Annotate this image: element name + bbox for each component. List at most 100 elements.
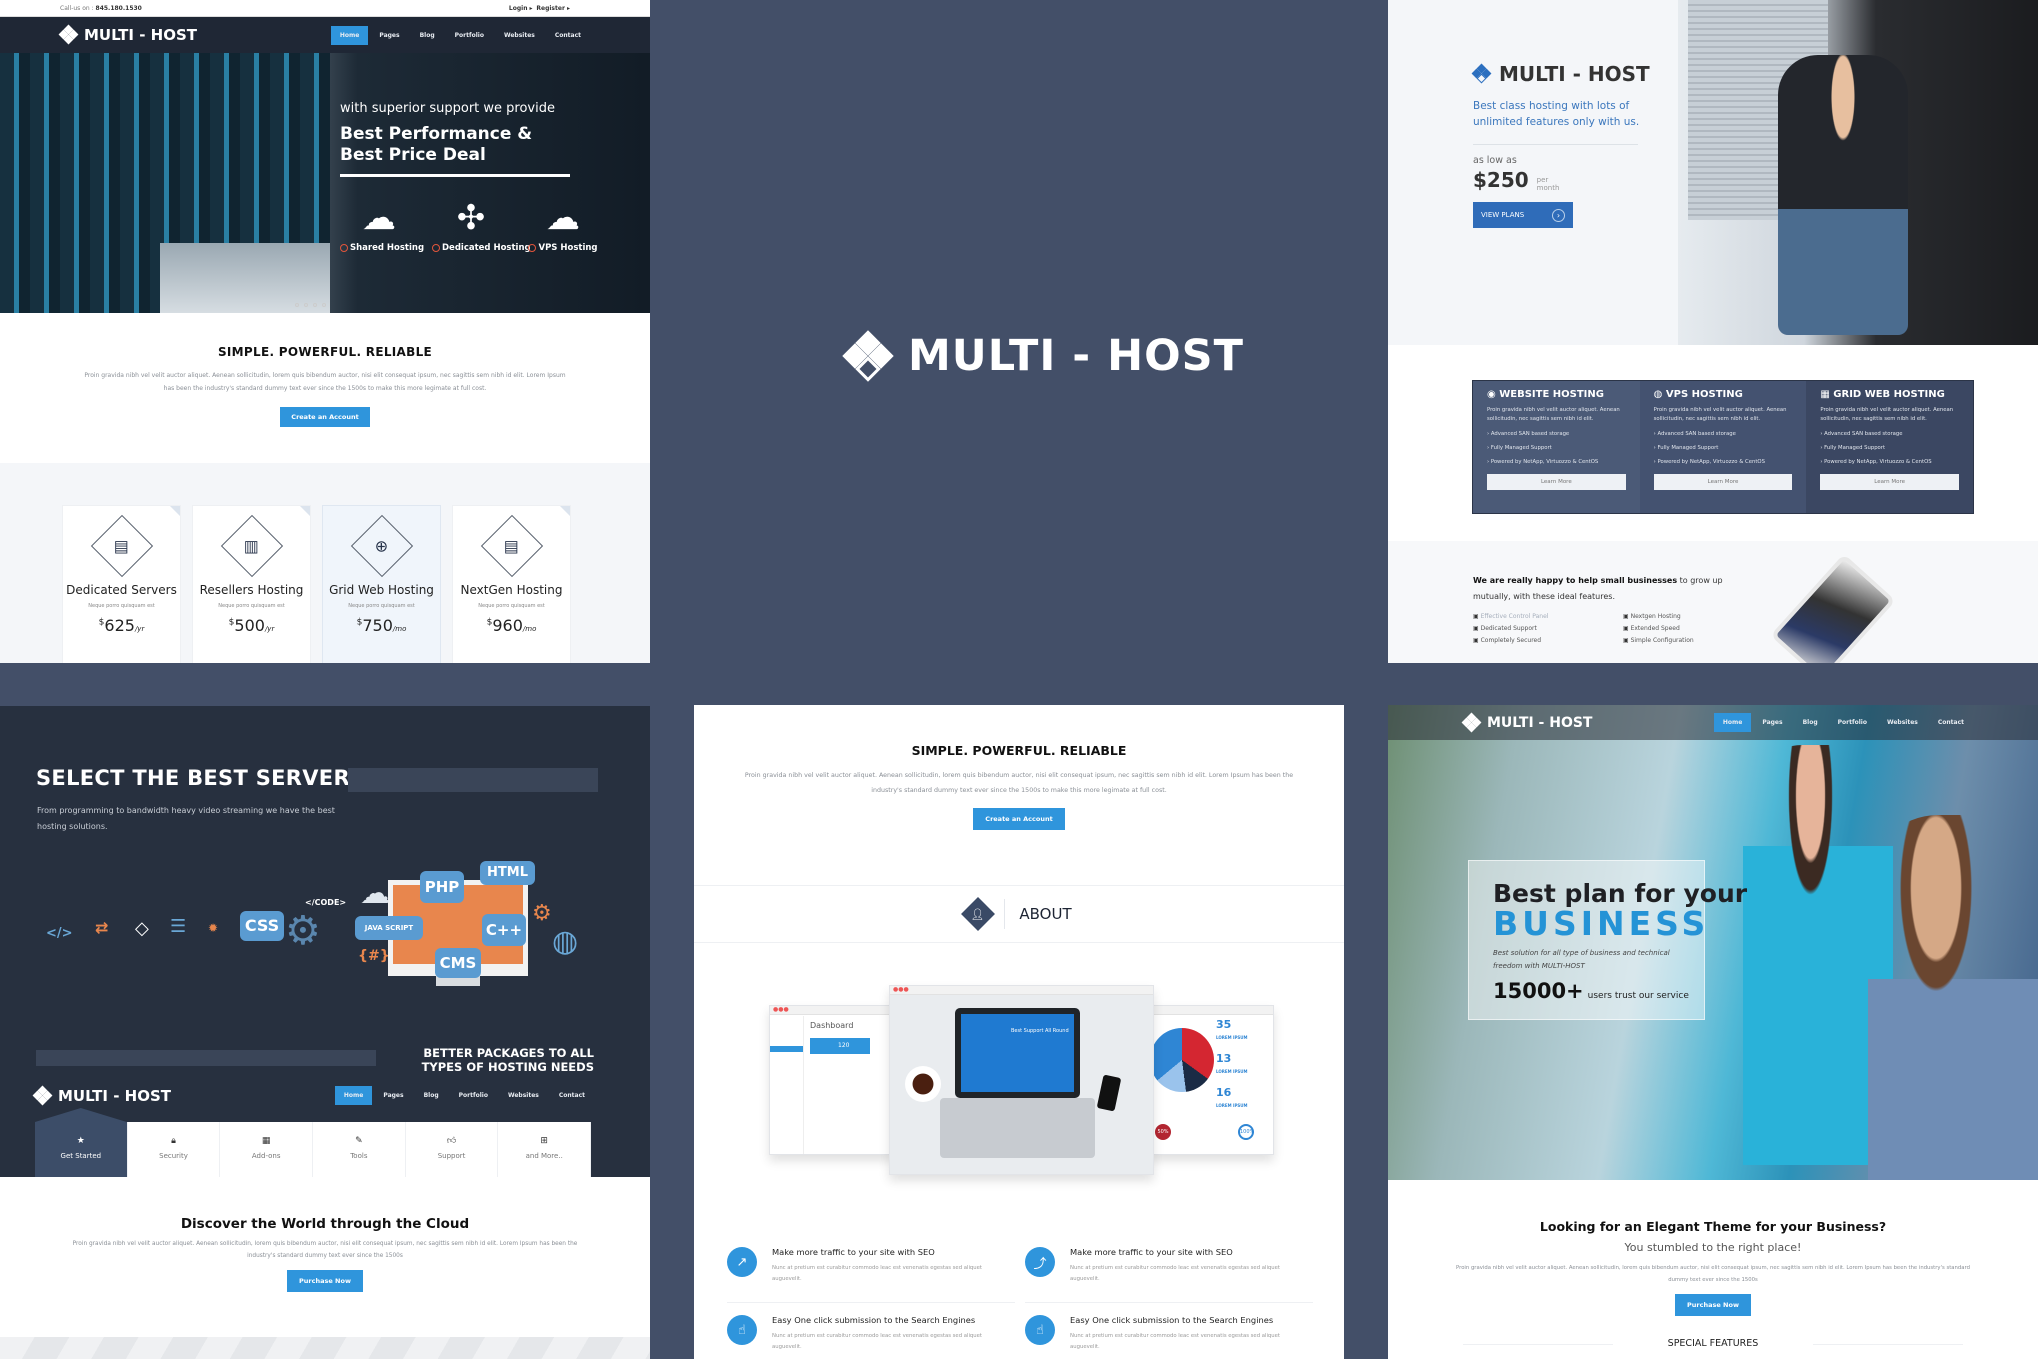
purchase-now-button[interactable]: Purchase Now (1675, 1294, 1751, 1316)
nav-websites[interactable]: Websites (1878, 713, 1927, 732)
chevron-right-icon: › (1552, 208, 1565, 222)
phone-image (1096, 1074, 1122, 1112)
laptop-window: ●●● Best Support All Round (889, 985, 1154, 1175)
nav-portfolio[interactable]: Portfolio (1829, 713, 1876, 732)
nav-contact[interactable]: Contact (1929, 713, 1973, 732)
period-label: month (1536, 184, 1560, 192)
globe-network-icon: ◍ (552, 924, 579, 959)
packages-title: BETTER PACKAGES TO ALL TYPES OF HOSTING … (421, 1046, 594, 1074)
tab-label: Tools (350, 1152, 368, 1160)
thumbs-up-icon: 👍︎ (446, 1136, 457, 1146)
tab-security[interactable]: 🔒︎ Security (127, 1122, 221, 1177)
view-plans-button[interactable]: VIEW PLANS › (1473, 202, 1573, 228)
servers-link-icon: ▥ (243, 536, 260, 556)
slider-dot[interactable] (304, 303, 308, 307)
nav-blog[interactable]: Blog (415, 1086, 448, 1105)
nav-home[interactable]: Home (330, 25, 369, 45)
dashboard-sidebar (770, 1016, 804, 1154)
nav-websites[interactable]: Websites (495, 26, 544, 45)
feature-item: ☝ Easy One click submission to the Search… (727, 1315, 1027, 1353)
nav-pages[interactable]: Pages (374, 1086, 412, 1105)
plan-name: Grid Web Hosting (329, 583, 434, 597)
pie-label: LOREM IPSUM (1216, 1103, 1248, 1108)
nav-menu: Home Pages Blog Portfolio Websites Conta… (1713, 713, 1973, 732)
hash-icon: {#} (358, 948, 390, 964)
phone-mockup-image (1770, 553, 1896, 663)
learn-more-button[interactable]: Learn More (1487, 474, 1626, 490)
slider-dot[interactable] (322, 303, 326, 307)
nav-portfolio[interactable]: Portfolio (446, 26, 493, 45)
nav-brand[interactable]: MULTI - HOST (32, 1085, 172, 1105)
cta-subtitle: You stumbled to the right place! (1624, 1241, 1802, 1254)
chart-up-icon: ↗ (727, 1247, 757, 1277)
brand-name: MULTI - HOST (1499, 62, 1650, 86)
plus-square-icon: ⊞ (540, 1136, 548, 1146)
nav-brand[interactable]: MULTI - HOST (1461, 712, 1592, 732)
growth-icon: ⤴ (1025, 1247, 1055, 1277)
card-title: WEBSITE HOSTING (1499, 389, 1604, 400)
hero-tagline: Best class hosting with lots of unlimite… (1473, 100, 1640, 128)
tab-tools[interactable]: ✎ Tools (313, 1122, 406, 1177)
feature-title: Make more traffic to your site with SEO (1070, 1247, 1233, 1257)
section-text: Proin gravida nibh vel velit auctor aliq… (744, 772, 1294, 794)
card-title: GRID WEB HOSTING (1833, 389, 1945, 400)
slider-dot[interactable] (295, 303, 299, 307)
feature-text: Nunc at pretium est curabitur commodo le… (1070, 1333, 1280, 1350)
plan-tagline: Neque porro quisquam est (478, 603, 545, 609)
users-count: 15000+ (1493, 979, 1584, 1003)
plan-card-resellers[interactable]: ▥ Resellers Hosting Neque porro quisquam e… (192, 505, 311, 663)
device-mockups: ●●● Dashboard 120 35 LOREM IPSUM 13 LOREM … (694, 965, 1344, 1175)
feature-item: Fully Managed Support (1487, 441, 1626, 455)
create-account-button[interactable]: Create an Account (973, 808, 1065, 830)
hero-description: Best solution for all type of business a… (1493, 949, 1670, 970)
hero-subtitle: with superior support we provide (340, 101, 555, 116)
nav-pages[interactable]: Pages (1753, 713, 1791, 732)
nav-contact[interactable]: Contact (550, 1086, 594, 1105)
service-shared[interactable]: ☁ Shared Hosting (340, 193, 424, 253)
learn-more-button[interactable]: Learn More (1820, 474, 1960, 490)
nav-portfolio[interactable]: Portfolio (450, 1086, 497, 1105)
nav-websites[interactable]: Websites (499, 1086, 548, 1105)
nav-brand[interactable]: MULTI - HOST (58, 24, 197, 45)
register-link[interactable]: Register ▸ (536, 5, 570, 12)
nav-contact[interactable]: Contact (546, 26, 590, 45)
service-dedicated[interactable]: ✣ Dedicated Hosting (432, 193, 531, 253)
laptop-image: Best Support All Round (955, 1008, 1080, 1098)
tab-support[interactable]: 👍︎ Support (405, 1122, 499, 1177)
section-text: Proin gravida nibh vel velit auctor aliq… (84, 372, 566, 392)
plan-tagline: Neque porro quisquam est (88, 603, 155, 609)
plan-price: $500/yr (193, 616, 310, 635)
nav-home[interactable]: Home (334, 1086, 373, 1105)
per-label: per (1536, 176, 1549, 184)
tab-and-more[interactable]: ⊞ and More.. (498, 1122, 592, 1177)
login-link[interactable]: Login ▸ (509, 5, 533, 12)
window-controls-icon (1150, 1006, 1273, 1015)
main-nav: MULTI - HOST Home Pages Blog Portfolio W… (32, 1085, 594, 1105)
nav-blog[interactable]: Blog (1794, 713, 1827, 732)
pin-marker: 100% (1238, 1124, 1254, 1140)
cta-section: Discover the World through the Cloud Pro… (0, 1177, 650, 1359)
nav-home[interactable]: Home (1713, 713, 1752, 732)
create-account-button[interactable]: Create an Account (280, 407, 370, 427)
price-value: 960 (492, 616, 523, 635)
nav-blog[interactable]: Blog (411, 26, 444, 45)
cloud-cluster-icon: ☁ (546, 198, 580, 238)
hero-slider: with superior support we provide Best Pe… (0, 53, 650, 313)
learn-more-button[interactable]: Learn More (1653, 474, 1793, 490)
plan-card-dedicated[interactable]: ▤ Dedicated Servers Neque porro quisquam e… (62, 505, 181, 663)
slider-dot[interactable] (313, 303, 317, 307)
card-text: Proin gravida nibh vel velit auctor aliq… (1820, 407, 1954, 422)
feature-title: Easy One click submission to the Search … (1070, 1315, 1274, 1325)
plan-card-nextgen[interactable]: ▤ NextGen Hosting Neque porro quisquam est… (452, 505, 571, 663)
nav-menu: Home Pages Blog Portfolio Websites Conta… (330, 25, 590, 45)
plan-card-grid-web[interactable]: ⊕ Grid Web Hosting Neque porro quisquam es… (322, 505, 441, 663)
server-shield-icon: ▤ (113, 536, 130, 556)
divider (1473, 144, 1638, 145)
tab-get-started[interactable]: ★ Get Started (35, 1122, 128, 1177)
nav-pages[interactable]: Pages (370, 26, 408, 45)
purchase-now-button[interactable]: Purchase Now (287, 1270, 363, 1292)
brand-name: MULTI - HOST (58, 1086, 172, 1105)
price-period: /mo (522, 625, 537, 633)
tab-add-ons[interactable]: ▦ Add-ons (220, 1122, 314, 1177)
service-vps[interactable]: ☁ VPS Hosting (524, 193, 602, 253)
